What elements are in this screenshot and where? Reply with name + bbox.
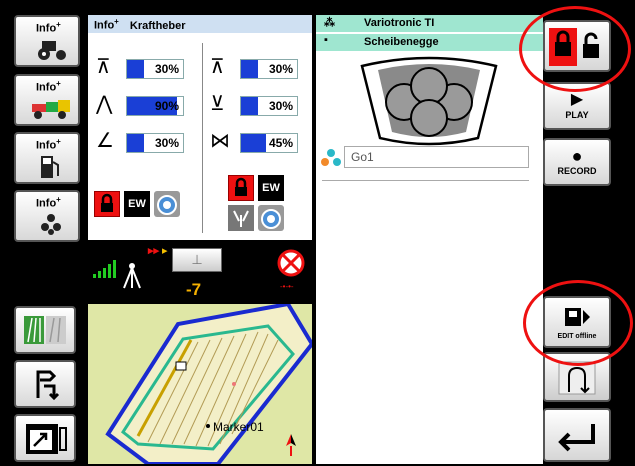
route-icon xyxy=(36,370,60,401)
record-button[interactable]: ● RECORD xyxy=(543,138,611,186)
bar-value: 45% xyxy=(268,136,293,150)
bar-fill xyxy=(127,134,144,152)
field-map-canvas xyxy=(105,304,312,464)
kraftheber-header: Info+ Kraftheber xyxy=(88,15,312,33)
tractor-icon xyxy=(38,41,66,60)
lock-icon xyxy=(101,193,113,212)
pto-icon: ⋈ xyxy=(210,130,230,152)
hitch-up-icon: ⋀ xyxy=(96,93,113,115)
record-label: RECORD xyxy=(557,166,597,176)
info-trailer-button[interactable]: Info+ xyxy=(14,74,80,126)
no-signal-icon xyxy=(277,249,305,277)
rear-hitch-icon: ⊻ xyxy=(210,93,225,115)
signal-icon xyxy=(93,260,116,278)
back-arrow-icon xyxy=(558,424,595,452)
info-label: Info+ xyxy=(36,137,61,152)
implement-row: ▪ Scheibenegge xyxy=(316,34,543,51)
field-map[interactable]: Marker01 xyxy=(88,304,312,464)
field-view-icon xyxy=(24,316,66,344)
gauge-icon xyxy=(157,195,177,215)
go-divider xyxy=(322,180,529,181)
fuel-icon xyxy=(41,156,59,178)
screen-export-button[interactable] xyxy=(14,414,76,462)
kraftheber-panel: Info+ Kraftheber ⊼ 30% ⋀ 90% ∠ 30% ⊼ 30%… xyxy=(88,15,312,240)
gps-antenna-icon xyxy=(123,263,141,289)
play-label: PLAY xyxy=(565,110,589,120)
ew-button[interactable]: EW xyxy=(124,191,150,217)
bar-value: 30% xyxy=(268,62,293,76)
disc-harrow-icon xyxy=(360,56,498,146)
steering-button[interactable]: ⊥ xyxy=(172,248,222,272)
yellow-arrow-icon: ▸ xyxy=(162,245,168,257)
go-implement-icon xyxy=(321,149,341,166)
bar-value: 30% xyxy=(154,62,179,76)
highlight-circle-edit xyxy=(523,280,633,366)
bar-value: 30% xyxy=(154,136,179,150)
info-label: Info+ xyxy=(36,195,61,210)
bar-fill xyxy=(241,97,258,115)
implement-small-icon: ⁂ xyxy=(324,17,335,29)
tractor-row: ⁂ Variotronic TI xyxy=(316,15,543,32)
front-lift-bar: 30% xyxy=(126,59,184,79)
back-button[interactable] xyxy=(543,408,611,462)
tool-button[interactable] xyxy=(228,205,254,231)
rear-hitch-bar: 30% xyxy=(240,96,298,116)
gps-status-bar: ▸▸ ▸ ⊥ -7 -•-•- xyxy=(88,240,312,302)
hitch-down-icon: ∠ xyxy=(96,130,114,152)
ew-button-right[interactable]: EW xyxy=(258,175,284,201)
rear-lift-icon: ⊼ xyxy=(210,56,225,78)
no-signal-dots: -•-•- xyxy=(280,282,294,291)
bar-fill xyxy=(127,60,144,78)
lock-button[interactable] xyxy=(94,191,120,217)
view-toggle-button[interactable] xyxy=(14,306,76,354)
lock-icon xyxy=(235,177,247,196)
north-arrow-icon xyxy=(286,434,296,456)
route-button[interactable] xyxy=(14,360,76,408)
record-icon: ● xyxy=(571,146,583,166)
save-icon: ▪ xyxy=(324,34,328,46)
pto-bar: 45% xyxy=(240,133,298,153)
trailer-icon xyxy=(32,100,70,119)
info-implement-button[interactable]: Info+ xyxy=(14,190,80,242)
red-arrows-icon: ▸▸ xyxy=(148,245,160,257)
tractor-name: Variotronic TI xyxy=(364,17,435,29)
play-icon: ▶ xyxy=(570,91,584,108)
implement-icon xyxy=(41,214,61,235)
tool-icon xyxy=(233,210,249,227)
lock-button-right[interactable] xyxy=(228,175,254,201)
bar-value: 30% xyxy=(268,99,293,113)
info-label: Info+ xyxy=(36,20,61,35)
hitch-depth-bar: 30% xyxy=(126,133,184,153)
bar-fill xyxy=(241,60,258,78)
bar-value: 90% xyxy=(154,99,179,113)
export-icon xyxy=(26,424,67,454)
gps-offset-value: -7 xyxy=(186,280,202,299)
marker-label: Marker01 xyxy=(213,420,264,434)
kraftheber-title: Kraftheber xyxy=(129,19,186,32)
gauge-button-right[interactable] xyxy=(258,205,284,231)
gauge-button[interactable] xyxy=(154,191,180,217)
info-fuel-button[interactable]: Info+ xyxy=(14,132,80,184)
divider xyxy=(202,43,203,233)
front-lift-icon: ⊼ xyxy=(96,56,111,78)
implement-name: Scheibenegge xyxy=(364,36,439,48)
gauge-icon xyxy=(261,209,281,229)
info-tractor-button[interactable]: Info+ xyxy=(14,15,80,67)
go-input[interactable]: Go1 xyxy=(344,146,529,168)
rear-lift-bar: 30% xyxy=(240,59,298,79)
hitch-bar: 90% xyxy=(126,96,184,116)
highlight-circle-lock xyxy=(519,6,631,92)
bar-fill xyxy=(241,134,267,152)
info-label: Info+ xyxy=(36,79,61,94)
